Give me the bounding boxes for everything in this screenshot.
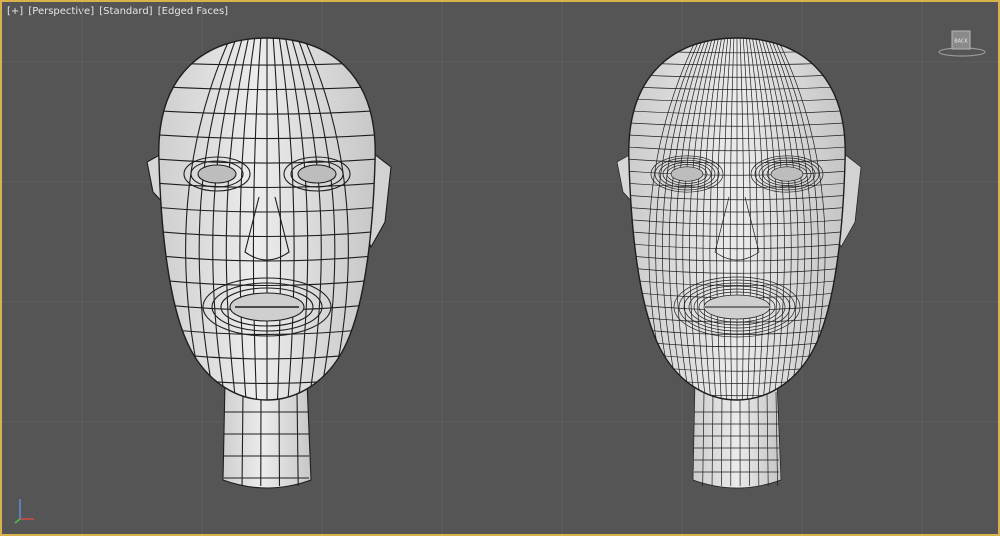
head-mesh-low-poly[interactable]: [146, 32, 392, 489]
axis-tripod-icon: [10, 495, 38, 525]
viewcube[interactable]: BACK: [937, 28, 987, 58]
head-mesh-subdivided[interactable]: [616, 32, 862, 489]
viewport-perspective[interactable]: [+] [Perspective] [Standard] [Edged Face…: [0, 0, 1000, 536]
scene-render[interactable]: [2, 2, 998, 534]
grid-lines: [2, 2, 998, 534]
viewcube-label: BACK: [954, 39, 968, 45]
